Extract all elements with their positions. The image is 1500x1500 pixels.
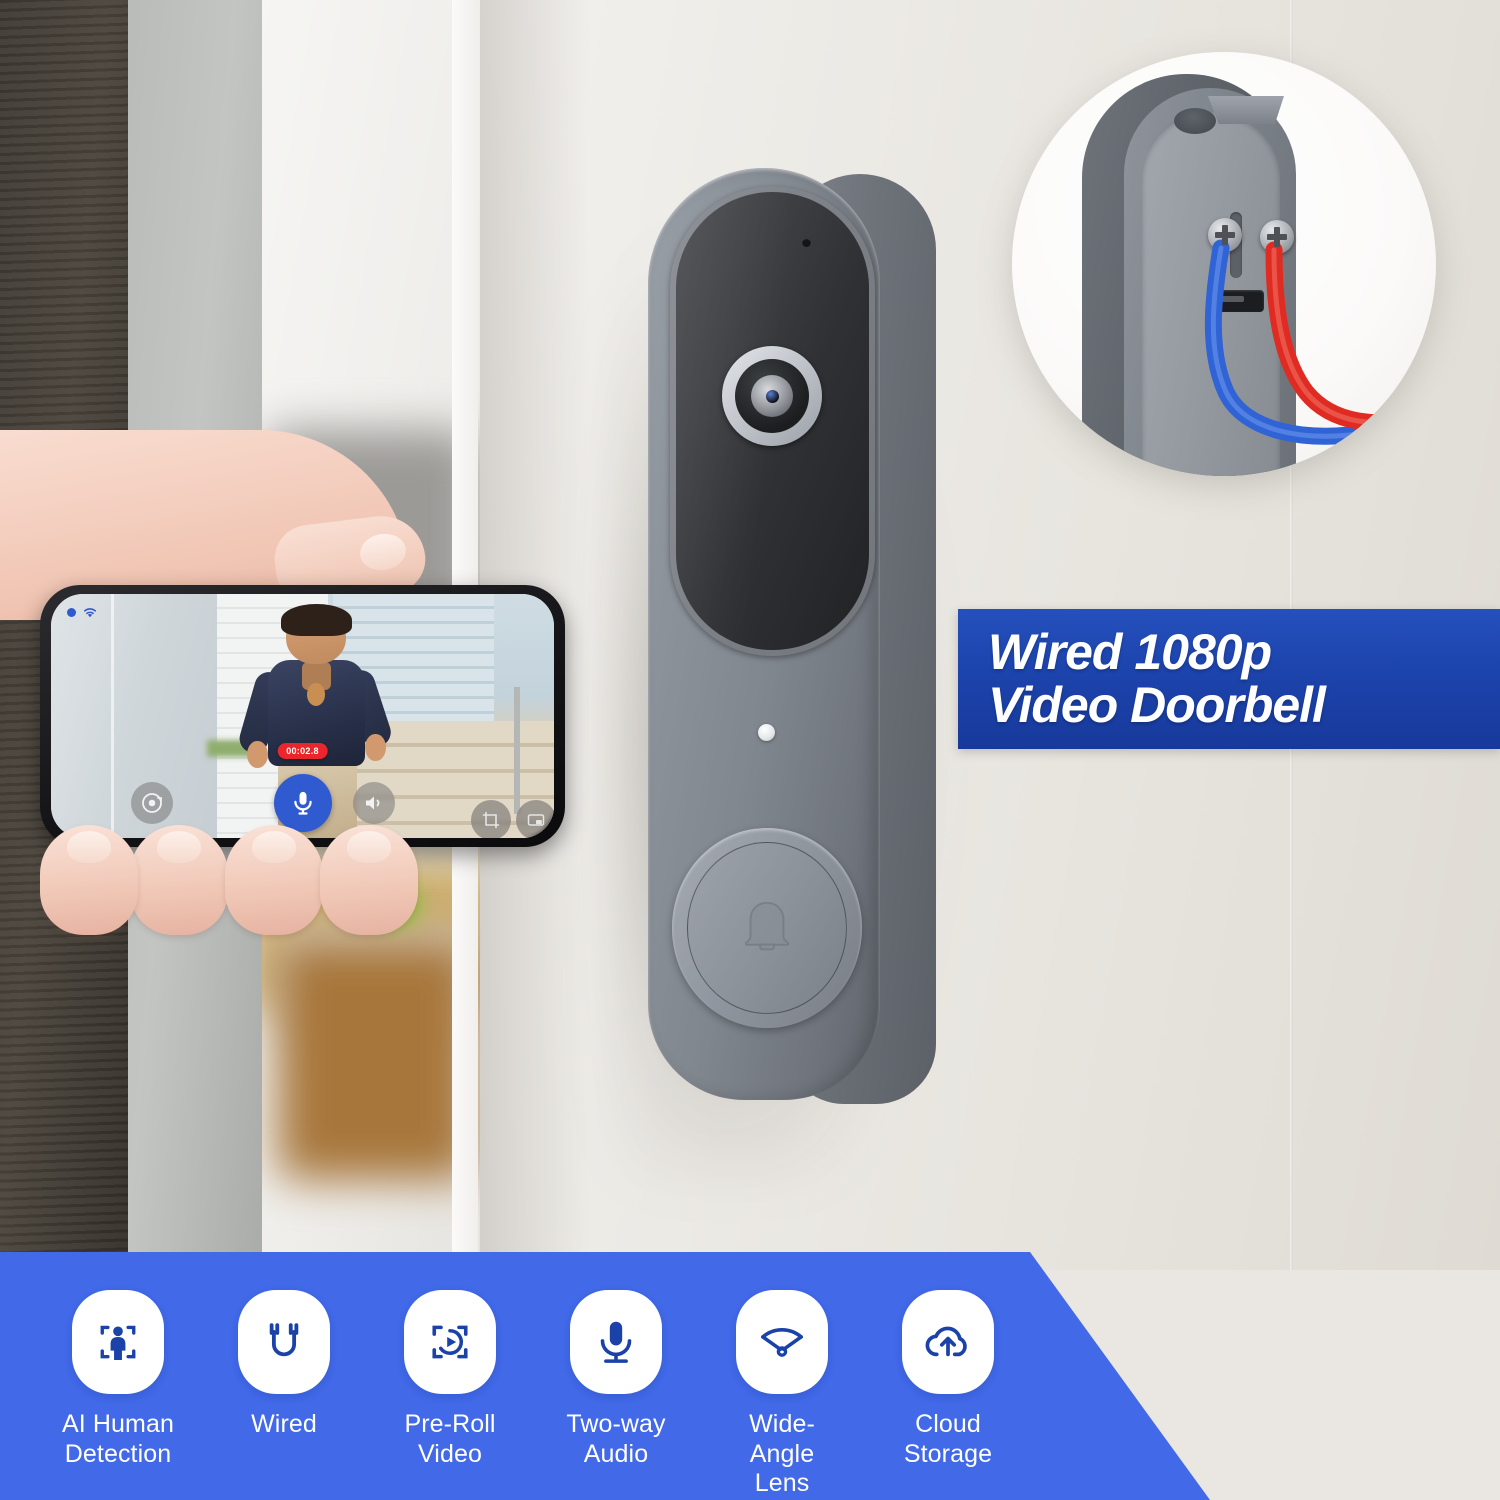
- wifi-icon: [83, 608, 97, 618]
- fullscreen-button[interactable]: [516, 800, 554, 838]
- headline-banner: Wired 1080p Video Doorbell: [958, 609, 1500, 749]
- feature-label: Cloud Storage: [903, 1410, 993, 1468]
- camera-rotate-icon: [142, 793, 163, 813]
- wiring-detail-circle: [1012, 52, 1436, 476]
- recording-timer: 00:02.8: [277, 742, 328, 759]
- speaker-button[interactable]: [352, 782, 395, 824]
- fingernail: [67, 831, 111, 863]
- headline-line-1: Wired 1080p: [988, 624, 1272, 680]
- feature-cloud-storage[interactable]: Cloud Storage: [888, 1290, 1008, 1469]
- speaker-icon: [365, 796, 380, 810]
- device-front-body: [648, 168, 880, 1100]
- doorbell-wires: [1012, 52, 1436, 476]
- screen-expand-icon: [528, 814, 545, 826]
- red-wire: [1265, 241, 1433, 432]
- lens-glass: [751, 375, 793, 417]
- person-hair: [280, 603, 352, 637]
- person-hand-left: [246, 740, 268, 769]
- bell-icon: [744, 901, 790, 951]
- wired-plug-icon: [269, 1323, 299, 1357]
- snapshot-button[interactable]: [131, 782, 174, 824]
- feature-label: Two-way Audio: [566, 1410, 666, 1468]
- fingers-gripping-phone: [20, 825, 490, 945]
- feature-icon-tile: [902, 1290, 994, 1394]
- phone-control-bar: [51, 770, 554, 838]
- fingernail: [347, 831, 391, 863]
- feature-label: AI Human Detection: [62, 1410, 174, 1468]
- phone-screen[interactable]: 00:02.8: [51, 594, 554, 838]
- doorbell-device: [616, 168, 950, 1178]
- microphone-hole: [802, 238, 811, 247]
- feature-icon-tile: [404, 1290, 496, 1394]
- feature-ai-human-detection[interactable]: AI Human Detection: [58, 1290, 178, 1469]
- wide-angle-icon: [761, 1328, 803, 1357]
- smartphone: 00:02.8: [40, 585, 565, 847]
- status-led: [758, 724, 775, 741]
- fingernail: [157, 831, 201, 863]
- hand-holding-phone: 00:02.8: [0, 430, 620, 950]
- talk-button[interactable]: [273, 774, 332, 832]
- microphone-icon: [293, 791, 312, 815]
- lens-barrel: [735, 359, 809, 433]
- headline-line-2: Video Doorbell: [988, 677, 1326, 733]
- feature-label: Wired: [251, 1410, 317, 1438]
- feature-wide-angle-lens[interactable]: Wide-Angle Lens: [722, 1290, 842, 1499]
- feature-pre-roll-video[interactable]: Pre-Roll Video: [390, 1290, 510, 1469]
- person-detection-icon: [100, 1325, 136, 1360]
- feature-label: Wide-Angle Lens: [749, 1410, 815, 1497]
- feature-list: AI Human Detection Wired Pre-Roll Video: [0, 1252, 1035, 1500]
- cloud-upload-icon: [925, 1326, 967, 1357]
- blurred-planter: [278, 940, 473, 1180]
- microphone-icon: [600, 1321, 632, 1363]
- feature-icon-tile: [72, 1290, 164, 1394]
- camera-glass-panel: [670, 186, 875, 656]
- feature-icon-tile: [570, 1290, 662, 1394]
- feature-label: Pre-Roll Video: [404, 1410, 496, 1468]
- fingernail: [252, 831, 296, 863]
- person-hand-right: [364, 733, 386, 762]
- camera-lens: [722, 346, 822, 446]
- lens-aperture: [765, 389, 779, 403]
- preroll-play-icon: [432, 1325, 468, 1359]
- live-indicator-dot: [67, 608, 76, 617]
- feature-wired[interactable]: Wired: [224, 1290, 344, 1440]
- feature-icon-tile: [238, 1290, 330, 1394]
- doorbell-button[interactable]: [672, 828, 862, 1028]
- doorbell-button-face: [687, 842, 847, 1014]
- feature-two-way-audio[interactable]: Two-way Audio: [556, 1290, 676, 1469]
- feature-icon-tile: [736, 1290, 828, 1394]
